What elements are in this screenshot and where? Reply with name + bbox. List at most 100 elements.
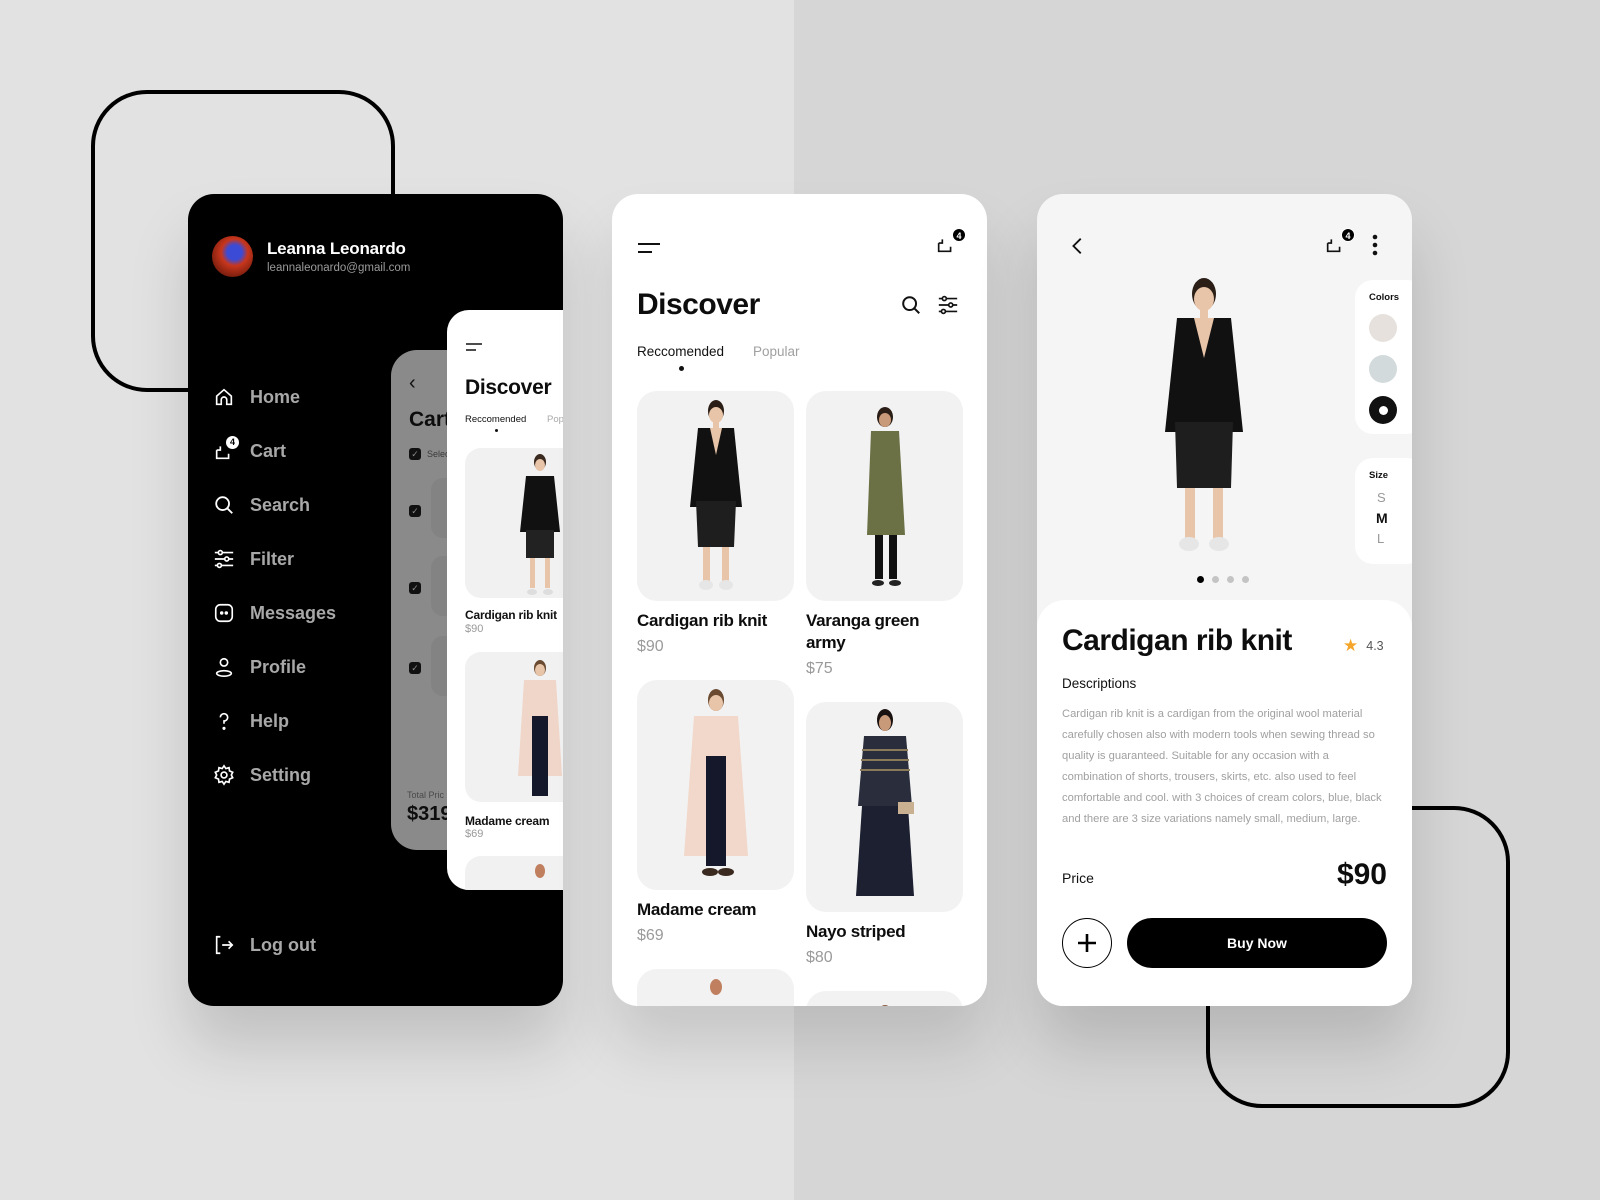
avatar xyxy=(212,236,253,277)
logout-label: Log out xyxy=(250,934,316,955)
star-icon: ★ xyxy=(1343,636,1359,655)
buy-now-button[interactable]: Buy Now xyxy=(1127,918,1387,968)
cart-badge: 4 xyxy=(952,228,966,242)
menu-icon[interactable] xyxy=(638,242,660,254)
menu-label: Setting xyxy=(250,764,311,785)
size-option-l[interactable]: L xyxy=(1377,531,1384,546)
cart-title: Cart xyxy=(409,408,452,431)
item-checkbox[interactable]: ✓ xyxy=(409,582,421,594)
product-name[interactable]: Cardigan rib knit xyxy=(637,610,797,632)
total-price-label: Total Pric xyxy=(407,790,445,800)
price-label: Price xyxy=(1062,870,1094,886)
user-profile[interactable]: Leanna Leonardo leannaleonardo@gmail.com xyxy=(212,236,410,277)
product-photo-partial xyxy=(881,1005,888,1006)
product-card-image[interactable] xyxy=(637,391,794,601)
product-photo-coat xyxy=(683,689,748,876)
search-icon xyxy=(212,493,236,517)
product-card-image[interactable] xyxy=(806,991,963,1006)
color-swatch-cream[interactable] xyxy=(1369,314,1397,342)
product-image[interactable] xyxy=(465,856,563,890)
rating-value: 4.3 xyxy=(1366,639,1384,653)
price-value: $90 xyxy=(1336,858,1387,891)
product-photo-partial xyxy=(535,864,545,878)
menu-item-search[interactable]: Search xyxy=(212,478,336,532)
color-swatch-blue[interactable] xyxy=(1369,355,1397,383)
user-name: Leanna Leonardo xyxy=(267,239,406,258)
cart-button[interactable]: 4 xyxy=(1324,228,1355,258)
tab-popular[interactable]: Popular xyxy=(753,344,800,359)
product-image[interactable] xyxy=(465,652,563,802)
product-photo-cardigan xyxy=(689,400,742,590)
product-name[interactable]: Madame cream xyxy=(637,899,797,921)
active-tab-indicator xyxy=(495,429,498,432)
tab-recommended[interactable]: Reccomended xyxy=(637,344,724,359)
size-label: Size xyxy=(1369,470,1389,481)
item-checkbox[interactable]: ✓ xyxy=(409,662,421,674)
product-price: $90 xyxy=(465,623,484,635)
product-rating: ★ 4.3 xyxy=(1343,636,1384,656)
menu-item-home[interactable]: Home xyxy=(212,370,336,424)
tab-popular[interactable]: Pop xyxy=(547,414,563,425)
menu-label: Search xyxy=(250,494,311,515)
product-name[interactable]: Varanga green army xyxy=(806,610,936,654)
product-card-image[interactable] xyxy=(806,391,963,601)
menu-screen: Leanna Leonardo leannaleonardo@gmail.com… xyxy=(188,194,563,1006)
size-option-s[interactable]: S xyxy=(1377,490,1386,505)
description-text: Cardigan rib knit is a cardigan from the… xyxy=(1062,708,1382,825)
description-heading: Descriptions xyxy=(1062,676,1137,691)
product-card-image[interactable] xyxy=(637,680,794,890)
product-photo-partial xyxy=(709,979,722,995)
cart-button[interactable]: 4 xyxy=(935,228,966,258)
menu-label: Profile xyxy=(250,656,307,677)
tab-recommended[interactable]: Reccomended xyxy=(465,414,526,425)
active-tab-indicator xyxy=(679,366,684,371)
menu-item-messages[interactable]: Messages xyxy=(212,586,336,640)
product-name[interactable]: Nayo striped xyxy=(806,921,966,943)
pager-dot[interactable] xyxy=(1227,576,1234,583)
product-card-image[interactable] xyxy=(637,969,794,1006)
product-name: Cardigan rib knit xyxy=(1062,624,1292,657)
search-icon[interactable] xyxy=(900,294,922,316)
back-icon[interactable] xyxy=(1067,234,1089,258)
filter-icon xyxy=(212,547,236,571)
product-photo-striped-dress xyxy=(855,709,914,896)
product-price: $75 xyxy=(806,660,833,677)
gear-icon xyxy=(212,763,236,787)
logout-icon xyxy=(212,933,236,957)
menu-item-profile[interactable]: Profile xyxy=(212,640,336,694)
product-photo-coat xyxy=(518,660,562,796)
item-checkbox[interactable]: ✓ xyxy=(409,505,421,517)
more-options-icon[interactable] xyxy=(1371,234,1379,256)
menu-label: Cart xyxy=(250,440,287,461)
image-pager xyxy=(1197,576,1249,583)
colors-label: Colors xyxy=(1369,292,1400,303)
product-card-image[interactable] xyxy=(806,702,963,912)
pager-dot[interactable] xyxy=(1212,576,1219,583)
color-swatch-black[interactable] xyxy=(1369,396,1397,424)
product-info-sheet: Cardigan rib knit ★ 4.3 Descriptions Car… xyxy=(1037,600,1412,1006)
discover-title: Discover xyxy=(465,376,552,399)
select-all-checkbox[interactable]: ✓ Selec xyxy=(409,448,450,460)
size-option-m[interactable]: M xyxy=(1376,510,1388,526)
discover-screen: 4 Discover Reccomended Popular Cardigan … xyxy=(612,194,987,1006)
logout-button[interactable]: Log out xyxy=(212,918,316,972)
pager-dot[interactable] xyxy=(1197,576,1204,583)
product-price: $69 xyxy=(637,927,664,944)
product-photo-cardigan xyxy=(520,454,560,595)
color-selector: Colors xyxy=(1355,280,1412,434)
product-photo-green-dress xyxy=(866,407,905,586)
pager-dot[interactable] xyxy=(1242,576,1249,583)
filter-icon[interactable] xyxy=(937,294,959,316)
product-price: $80 xyxy=(806,949,833,966)
help-icon xyxy=(212,709,236,733)
product-hero-image[interactable] xyxy=(1149,272,1259,562)
add-to-cart-button[interactable] xyxy=(1062,918,1112,968)
menu-item-setting[interactable]: Setting xyxy=(212,748,336,802)
menu-item-help[interactable]: Help xyxy=(212,694,336,748)
checkbox-icon: ✓ xyxy=(409,448,421,460)
home-icon xyxy=(212,385,236,409)
product-image[interactable] xyxy=(465,448,563,598)
menu-item-filter[interactable]: Filter xyxy=(212,532,336,586)
product-price: $90 xyxy=(637,638,664,655)
menu-item-cart[interactable]: 4 Cart xyxy=(212,424,336,478)
